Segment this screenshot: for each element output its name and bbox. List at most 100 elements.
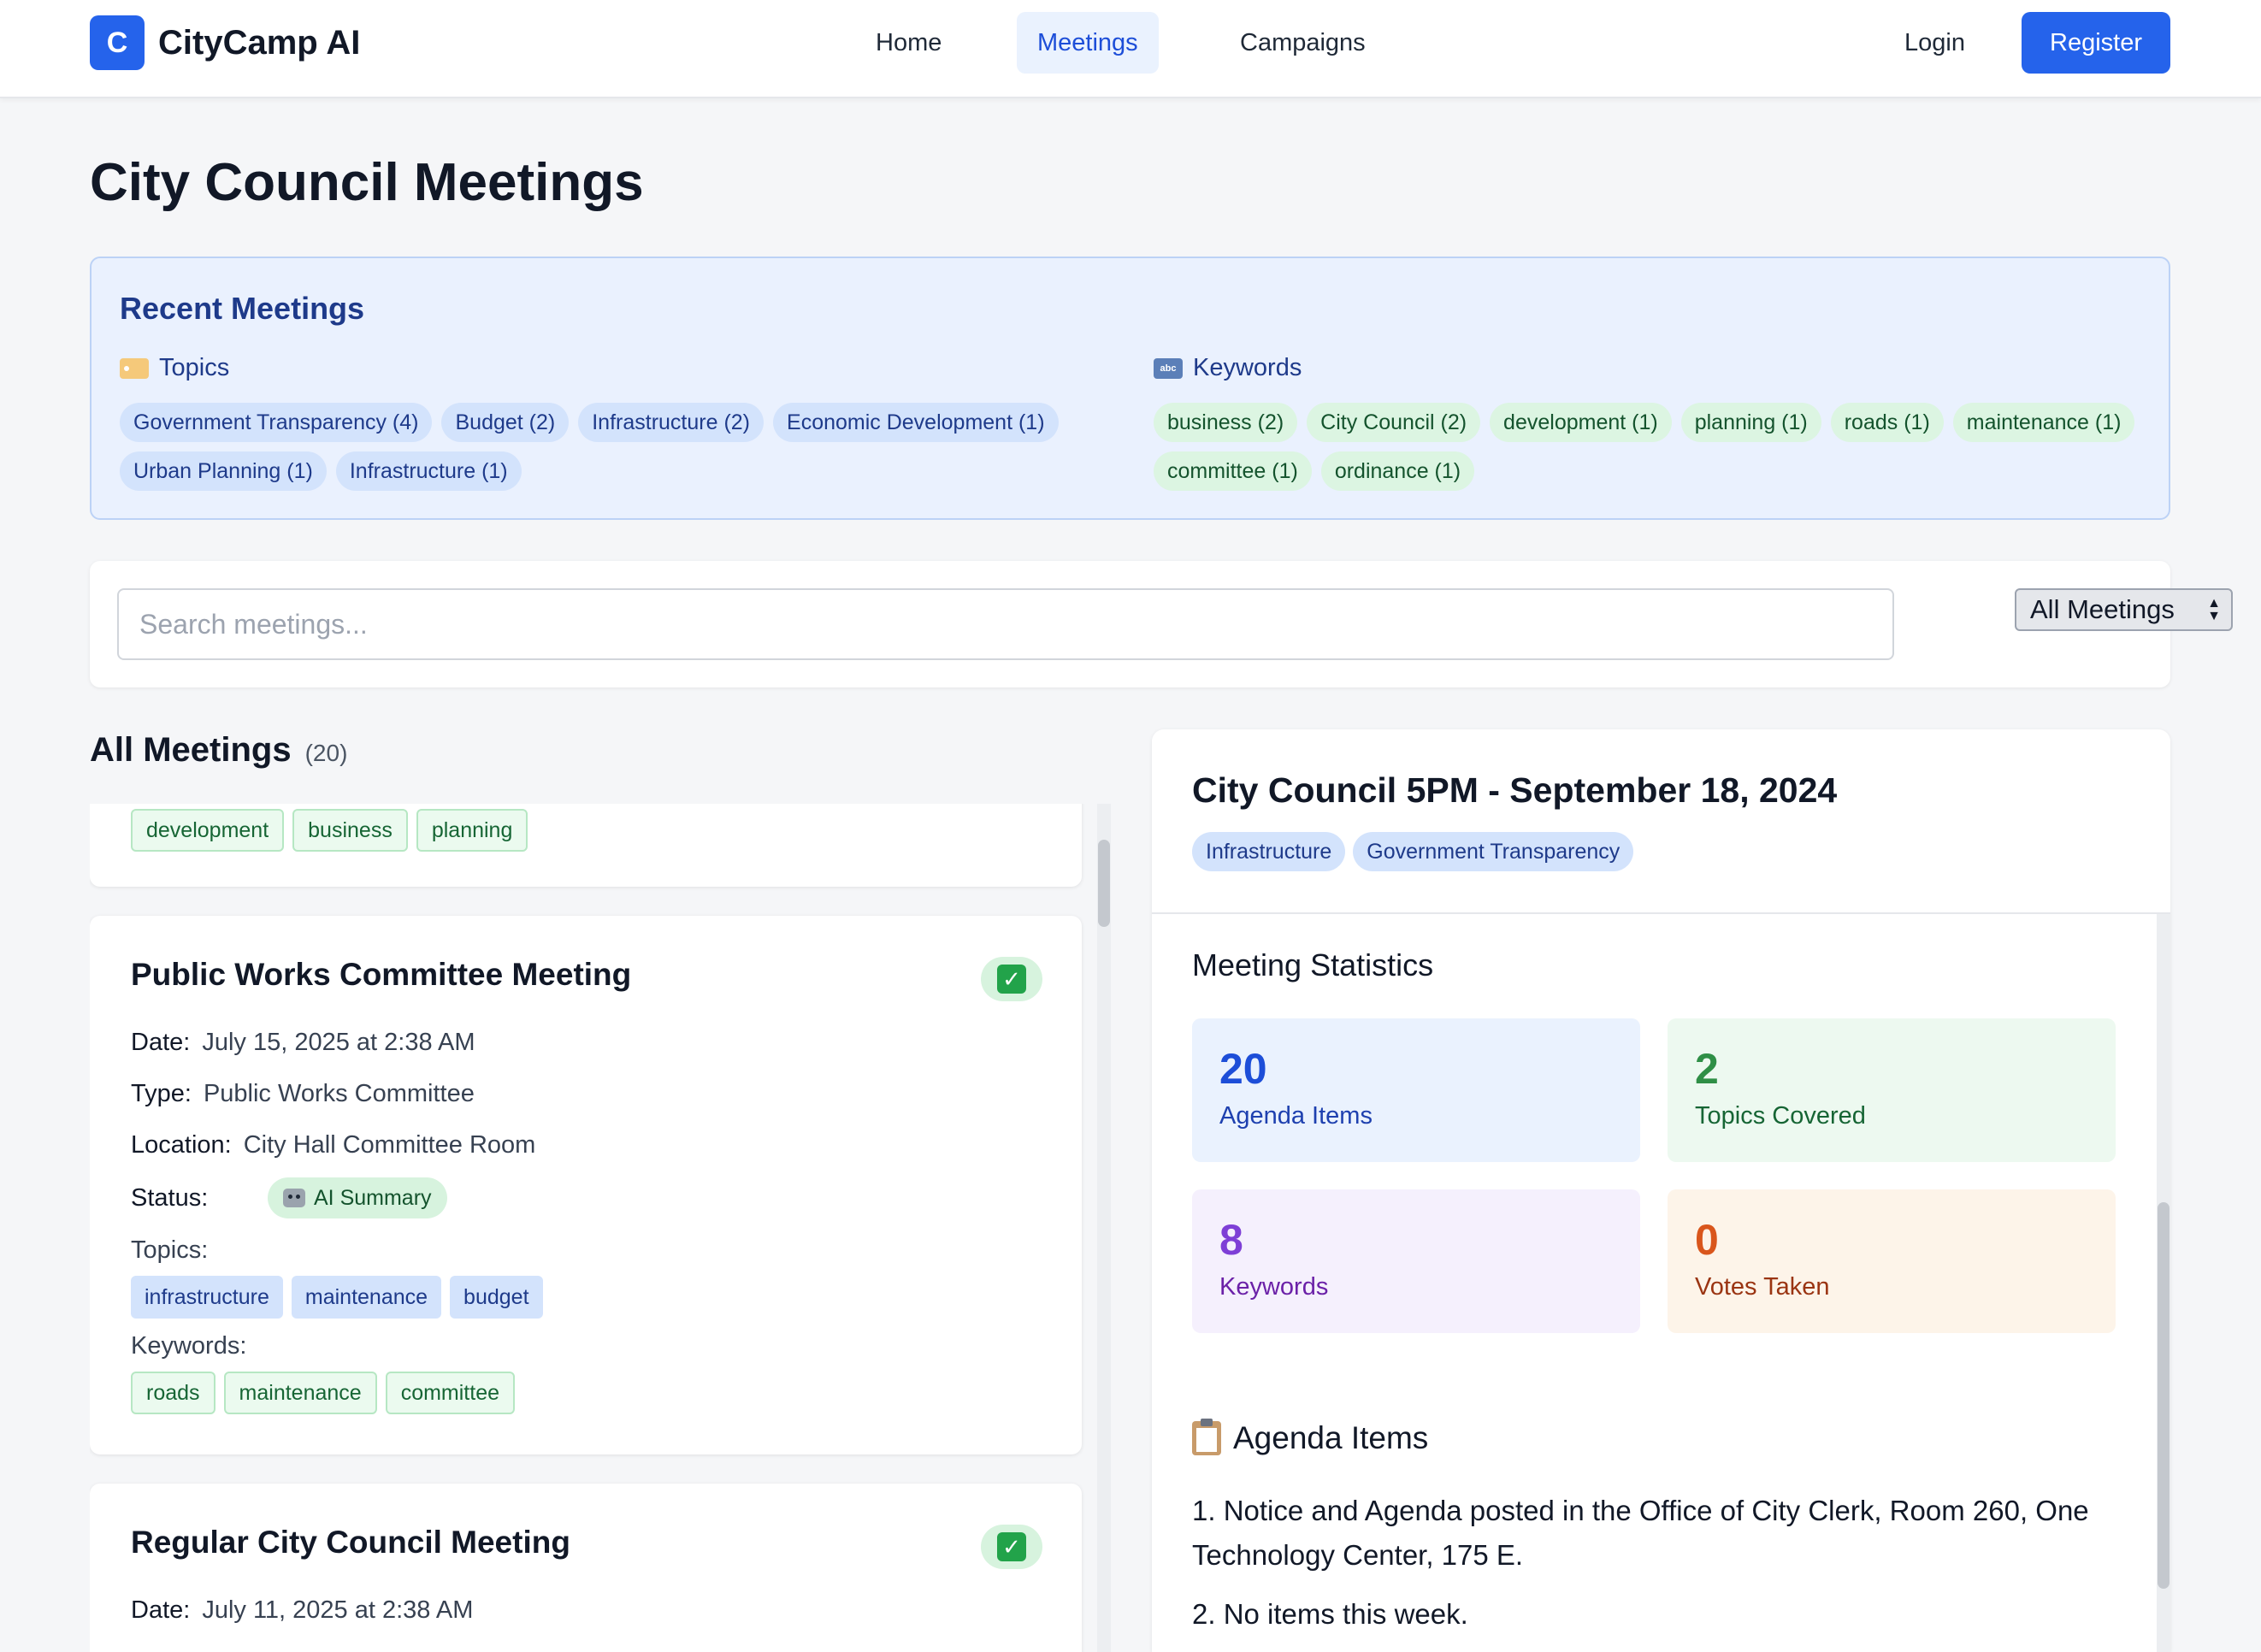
stat-votes-taken: 0 Votes Taken xyxy=(1668,1189,2116,1333)
stat-label: Votes Taken xyxy=(1695,1273,1830,1301)
agenda-items-title: Agenda Items xyxy=(1233,1420,1429,1455)
top-navbar: C CityCamp AI Home Meetings Campaigns Lo… xyxy=(0,0,2261,98)
search-panel: All Meetings ▲▼ xyxy=(90,561,2233,687)
page-title: City Council Meetings xyxy=(90,153,644,212)
stat-keywords: 8 Keywords xyxy=(1192,1189,1640,1333)
keyword-chip[interactable]: committee (1) xyxy=(1154,451,1312,491)
meeting-detail-title: City Council 5PM - September 18, 2024 xyxy=(1192,770,1838,810)
stat-agenda-items: 20 Agenda Items xyxy=(1192,1018,1640,1162)
topics-label: Topics: xyxy=(131,1236,209,1264)
meeting-date: Date: July 11, 2025 at 2:38 AM xyxy=(131,1596,474,1624)
meeting-card[interactable]: development business planning xyxy=(90,804,1082,887)
topic-chip: Infrastructure xyxy=(1192,832,1346,871)
meeting-filter-value: All Meetings xyxy=(2030,594,2175,624)
stat-value: 20 xyxy=(1219,1045,1267,1093)
meetings-list-scrollbar[interactable] xyxy=(1097,804,1111,1652)
meeting-filter-select[interactable]: All Meetings ▲ ▼ xyxy=(2015,588,2233,631)
keyword-tag: roads xyxy=(131,1372,215,1414)
search-input[interactable] xyxy=(117,588,1894,660)
card-topics: infrastructure maintenance budget xyxy=(131,1276,543,1319)
topic-chip: Government Transparency xyxy=(1353,832,1634,871)
topic-chip[interactable]: Budget (2) xyxy=(441,403,570,442)
logo-badge: C xyxy=(90,15,145,70)
keywords-heading: abc Keywords xyxy=(1154,354,1302,382)
meeting-detail-panel: City Council 5PM - September 18, 2024 In… xyxy=(1152,729,2170,1652)
processed-badge: ✓ xyxy=(981,1525,1042,1569)
topic-tag: maintenance xyxy=(291,1276,442,1319)
topic-chip[interactable]: Government Transparency (4) xyxy=(120,403,433,442)
checkmark-icon: ✓ xyxy=(997,1532,1026,1561)
topic-chip[interactable]: Urban Planning (1) xyxy=(120,451,327,491)
stat-value: 0 xyxy=(1695,1216,1719,1264)
detail-scroll-thumb[interactable] xyxy=(2158,1202,2169,1589)
stat-topics-covered: 2 Topics Covered xyxy=(1668,1018,2116,1162)
register-button[interactable]: Register xyxy=(2022,12,2170,74)
recent-meetings-title: Recent Meetings xyxy=(120,291,365,326)
abc-icon: abc xyxy=(1154,357,1183,379)
meetings-count: (20) xyxy=(304,740,348,766)
keyword-chip[interactable]: planning (1) xyxy=(1680,403,1821,442)
stat-value: 2 xyxy=(1695,1045,1719,1093)
agenda-items-heading: Agenda Items xyxy=(1192,1419,1429,1456)
agenda-item: 1. Notice and Agenda posted in the Offic… xyxy=(1192,1495,2089,1571)
agenda-list: 1. Notice and Agenda posted in the Offic… xyxy=(1192,1489,2141,1651)
processed-badge: ✓ xyxy=(981,957,1042,1001)
nav-meetings[interactable]: Meetings xyxy=(1017,12,1159,74)
login-button[interactable]: Login xyxy=(1881,12,1988,74)
meetings-list-header: All Meetings (20) xyxy=(90,731,347,770)
meetings-list[interactable]: development business planning Public Wor… xyxy=(90,804,1112,1652)
checkmark-icon: ✓ xyxy=(997,965,1026,994)
select-arrows-icon: ▲ ▼ xyxy=(2207,596,2221,623)
card-keywords: roads maintenance committee xyxy=(131,1372,516,1414)
meeting-type: Type: Public Works Committee xyxy=(131,1080,475,1107)
topic-chips: Government Transparency (4) Budget (2) I… xyxy=(120,403,1129,491)
keyword-chip[interactable]: maintenance (1) xyxy=(1952,403,2135,442)
meetings-list-title: All Meetings xyxy=(90,731,292,769)
meetings-list-scroll-thumb[interactable] xyxy=(1098,840,1110,927)
keyword-chip[interactable]: development (1) xyxy=(1490,403,1672,442)
keyword-chip[interactable]: City Council (2) xyxy=(1307,403,1481,442)
label-tag-icon xyxy=(120,357,149,379)
nav-home[interactable]: Home xyxy=(855,12,962,74)
keyword-chip[interactable]: roads (1) xyxy=(1830,403,1944,442)
nav-campaigns[interactable]: Campaigns xyxy=(1219,12,1386,74)
keyword-tag: planning xyxy=(416,809,528,852)
logo[interactable]: C CityCamp AI xyxy=(90,15,360,70)
app-name: CityCamp AI xyxy=(158,23,361,62)
ai-summary-badge: AI Summary xyxy=(268,1177,447,1218)
meeting-card-title: Regular City Council Meeting xyxy=(131,1525,570,1560)
meeting-card[interactable]: Regular City Council Meeting ✓ Date: July… xyxy=(90,1484,1082,1652)
meeting-location: Location: City Hall Committee Room xyxy=(131,1131,536,1159)
clipboard-icon xyxy=(1192,1419,1221,1455)
topic-tag: budget xyxy=(450,1276,543,1319)
keywords-label: Keywords: xyxy=(131,1332,247,1360)
topic-chip[interactable]: Economic Development (1) xyxy=(773,403,1059,442)
stat-label: Keywords xyxy=(1219,1273,1329,1301)
topics-heading-label: Topics xyxy=(159,354,230,381)
divider xyxy=(1152,912,2170,914)
meeting-card-title: Public Works Committee Meeting xyxy=(131,957,632,992)
topic-chip[interactable]: Infrastructure (2) xyxy=(578,403,764,442)
topic-chip[interactable]: Infrastructure (1) xyxy=(335,451,522,491)
recent-meetings-panel: Recent Meetings Topics abc Keywords Gove… xyxy=(90,257,2170,520)
meeting-status: Status: AI Summary xyxy=(131,1177,447,1218)
keyword-chips: business (2) City Council (2) developmen… xyxy=(1154,403,2154,491)
card-keywords: development business planning xyxy=(131,809,528,852)
meeting-card[interactable]: Public Works Committee Meeting ✓ Date: Ju… xyxy=(90,916,1082,1454)
keyword-tag: maintenance xyxy=(223,1372,377,1414)
stat-label: Agenda Items xyxy=(1219,1102,1373,1130)
meeting-statistics-title: Meeting Statistics xyxy=(1192,947,1434,982)
robot-icon xyxy=(283,1189,305,1207)
topics-heading: Topics xyxy=(120,354,229,382)
keyword-tag: development xyxy=(131,809,285,852)
agenda-item: 2. No items this week. xyxy=(1192,1598,1468,1630)
stat-value: 8 xyxy=(1219,1216,1243,1264)
topic-tag: infrastructure xyxy=(131,1276,283,1319)
keyword-tag: committee xyxy=(385,1372,516,1414)
keyword-tag: business xyxy=(292,809,408,852)
keyword-chip[interactable]: business (2) xyxy=(1154,403,1298,442)
meeting-detail-tags: Infrastructure Government Transparency xyxy=(1192,832,1634,871)
keywords-heading-label: Keywords xyxy=(1193,354,1302,381)
keyword-chip[interactable]: ordinance (1) xyxy=(1320,451,1475,491)
stat-label: Topics Covered xyxy=(1695,1102,1866,1130)
